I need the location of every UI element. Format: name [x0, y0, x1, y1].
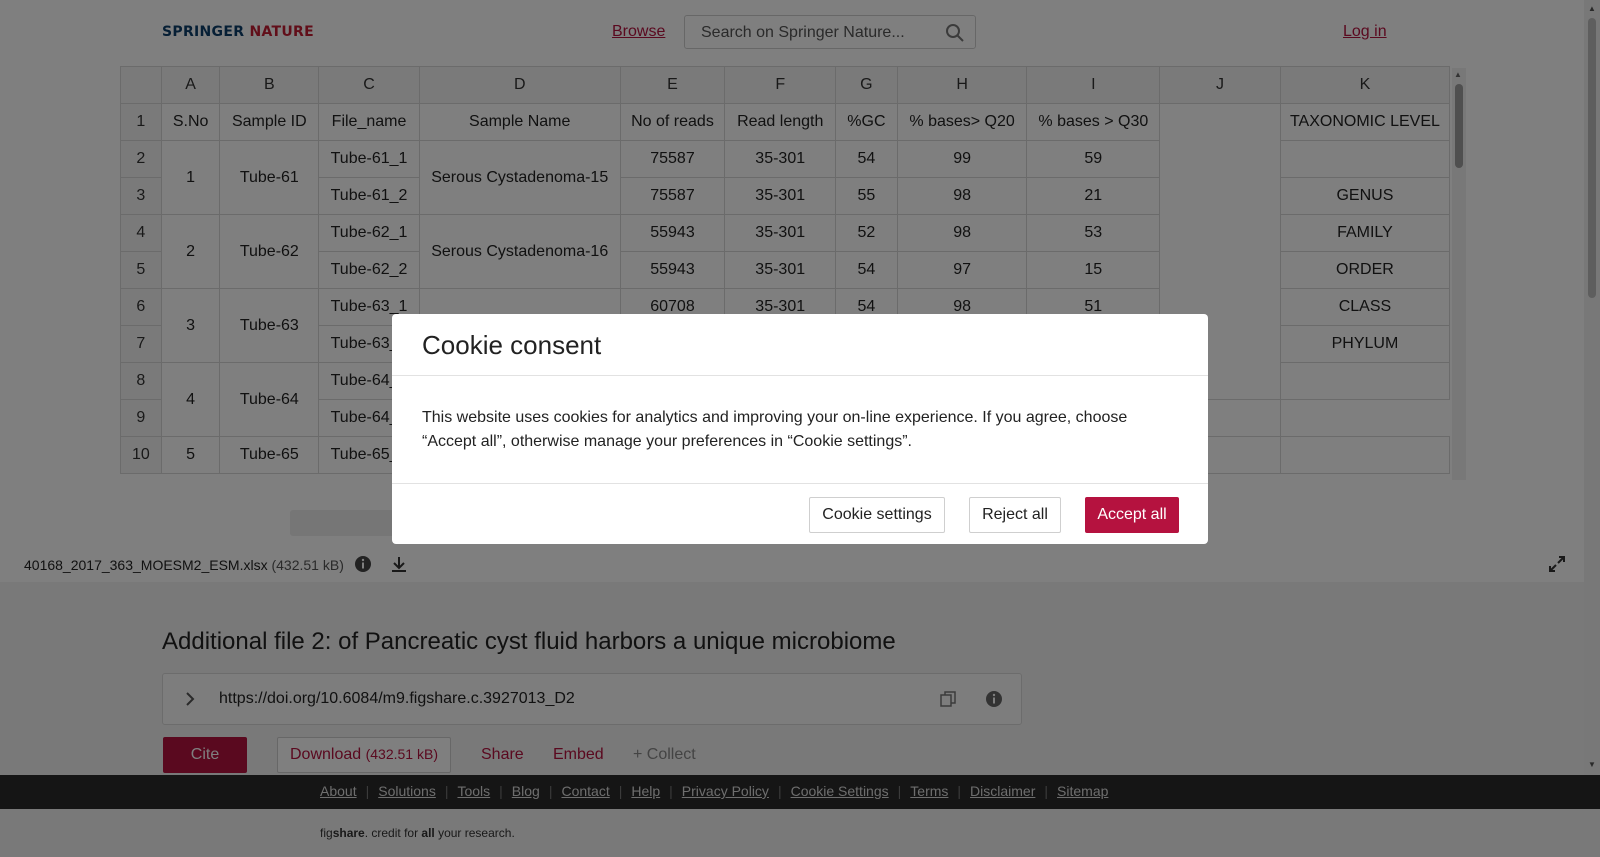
accept-all-button[interactable]: Accept all — [1085, 497, 1179, 533]
cookie-settings-button[interactable]: Cookie settings — [809, 497, 945, 533]
cookie-dialog-body: This website uses cookies for analytics … — [422, 409, 1128, 450]
divider — [392, 483, 1208, 484]
divider — [392, 375, 1208, 376]
reject-all-button[interactable]: Reject all — [969, 497, 1061, 533]
cookie-dialog-title: Cookie consent — [422, 330, 602, 360]
cookie-consent-dialog: Cookie consent This website uses cookies… — [392, 314, 1208, 544]
